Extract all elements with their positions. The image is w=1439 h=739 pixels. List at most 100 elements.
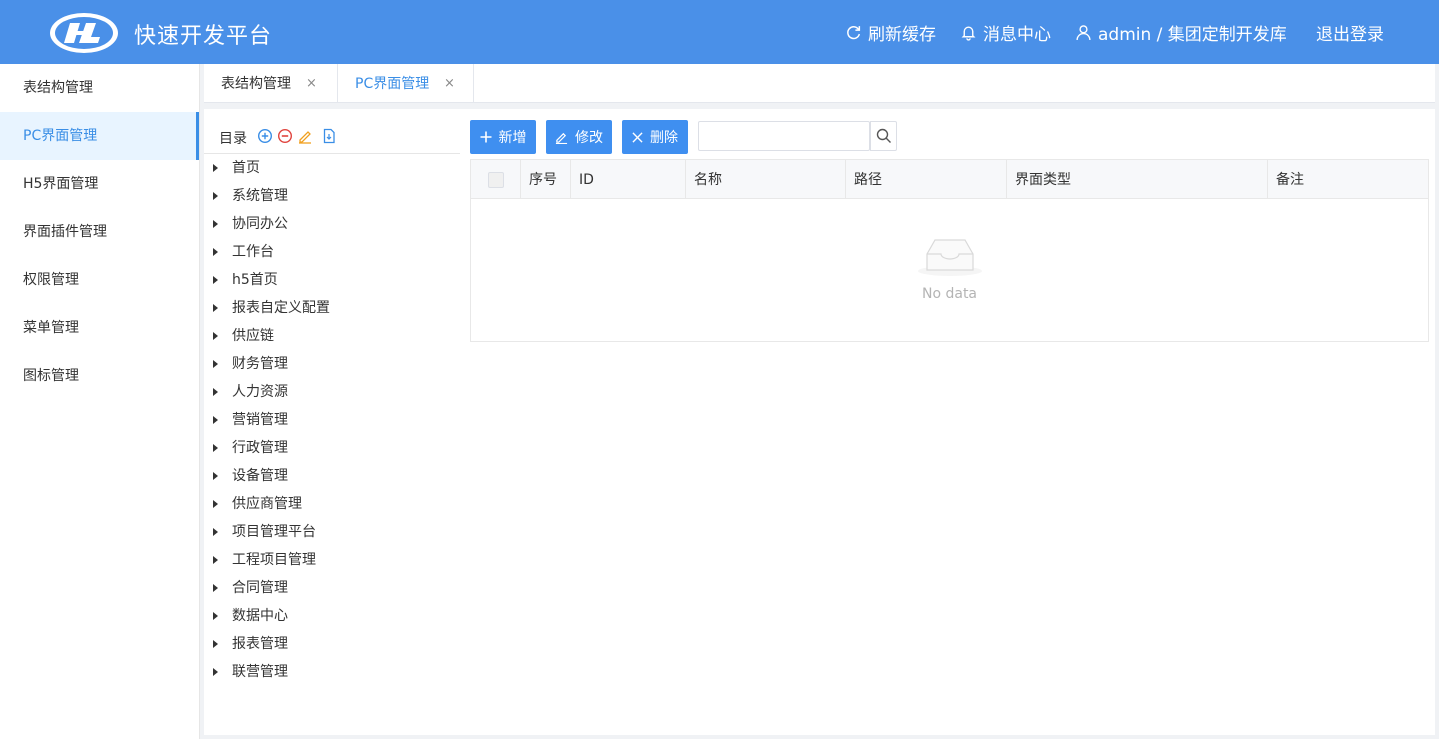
tree-node[interactable]: 数据中心 <box>204 602 460 630</box>
tree-node[interactable]: 行政管理 <box>204 434 460 462</box>
app-title: 快速开发平台 <box>134 24 273 49</box>
tree-node-label: 人力资源 <box>232 384 288 400</box>
tree-node[interactable]: h5首页 <box>204 266 460 294</box>
caret-right-icon[interactable] <box>213 220 218 228</box>
tab-bar: 表结构管理 × PC界面管理 × <box>204 64 1435 103</box>
tree-title: 目录 <box>219 131 247 147</box>
tree-node[interactable]: 财务管理 <box>204 350 460 378</box>
search-input[interactable] <box>698 121 870 151</box>
caret-right-icon[interactable] <box>213 388 218 396</box>
tree-node[interactable]: 供应链 <box>204 322 460 350</box>
sidebar-item-menus[interactable]: 菜单管理 <box>0 304 199 352</box>
tree-header: 目录 <box>204 119 460 154</box>
column-header[interactable]: 名称 <box>686 160 846 199</box>
caret-right-icon[interactable] <box>213 528 218 536</box>
sidebar-item-h5-ui[interactable]: H5界面管理 <box>0 160 199 208</box>
sidebar-item-label: 权限管理 <box>23 272 79 288</box>
sidebar-item-pc-ui[interactable]: PC界面管理 <box>0 112 199 160</box>
delete-button-label: 删除 <box>650 130 678 146</box>
tree-node-label: 供应商管理 <box>232 496 302 512</box>
caret-right-icon[interactable] <box>213 248 218 256</box>
caret-right-icon[interactable] <box>213 612 218 620</box>
tree-node-label: 系统管理 <box>232 188 288 204</box>
caret-right-icon[interactable] <box>213 472 218 480</box>
message-center-button[interactable]: 消息中心 <box>960 20 1051 45</box>
tree-node[interactable]: 系统管理 <box>204 182 460 210</box>
tree-node[interactable]: 供应商管理 <box>204 490 460 518</box>
tree-node[interactable]: 报表自定义配置 <box>204 294 460 322</box>
tree-node[interactable]: 营销管理 <box>204 406 460 434</box>
export-file-icon[interactable] <box>321 128 337 144</box>
tree-node[interactable]: 设备管理 <box>204 462 460 490</box>
edit-button-label: 修改 <box>575 130 603 146</box>
tree-node[interactable]: 工程项目管理 <box>204 546 460 574</box>
caret-right-icon[interactable] <box>213 304 218 312</box>
add-button[interactable]: 新增 <box>470 120 536 154</box>
logout-label: 退出登录 <box>1316 25 1384 45</box>
tree-node[interactable]: 人力资源 <box>204 378 460 406</box>
tree-node[interactable]: 首页 <box>204 154 460 182</box>
caret-right-icon[interactable] <box>213 192 218 200</box>
data-table: 序号 ID 名称 路径 界面类型 备注 No data <box>470 159 1429 342</box>
tree-node[interactable]: 项目管理平台 <box>204 518 460 546</box>
column-header[interactable]: 界面类型 <box>1007 160 1268 199</box>
search-button[interactable] <box>870 121 897 151</box>
caret-right-icon[interactable] <box>213 640 218 648</box>
tree-node-list: 首页 系统管理 协同办公 工作台 h5首页 报表自定义配置 供应链 财务管理 人… <box>204 154 460 686</box>
main-content: 目录 首页 系统管理 协同办公 工作台 h5首页 报表自定义配置 供应链 财务管… <box>204 109 1435 735</box>
tree-node[interactable]: 联营管理 <box>204 658 460 686</box>
tab-pc-ui[interactable]: PC界面管理 × <box>338 64 474 103</box>
column-header[interactable]: 备注 <box>1268 160 1428 199</box>
sidebar-item-table-structure[interactable]: 表结构管理 <box>0 64 199 112</box>
company-logo <box>50 13 118 53</box>
tree-node[interactable]: 协同办公 <box>204 210 460 238</box>
user-menu[interactable]: admin / 集团定制开发库 <box>1075 20 1287 45</box>
caret-right-icon[interactable] <box>213 556 218 564</box>
edit-button[interactable]: 修改 <box>546 120 612 154</box>
edit-pencil-icon[interactable] <box>297 128 313 144</box>
add-circle-icon[interactable] <box>257 128 273 144</box>
delete-button[interactable]: 删除 <box>622 120 688 154</box>
close-icon <box>632 131 643 143</box>
search-icon <box>876 128 891 143</box>
tree-node-label: 营销管理 <box>232 412 288 428</box>
close-icon[interactable]: × <box>444 64 455 104</box>
user-icon <box>1076 25 1091 41</box>
sidebar-item-icons[interactable]: 图标管理 <box>0 352 199 400</box>
column-header[interactable]: ID <box>571 160 686 199</box>
tree-node-label: 工程项目管理 <box>232 552 316 568</box>
caret-right-icon[interactable] <box>213 360 218 368</box>
tree-node[interactable]: 合同管理 <box>204 574 460 602</box>
caret-right-icon[interactable] <box>213 332 218 340</box>
caret-right-icon[interactable] <box>213 164 218 172</box>
column-header[interactable]: 路径 <box>846 160 1007 199</box>
caret-right-icon[interactable] <box>213 276 218 284</box>
empty-state-text: No data <box>921 286 978 302</box>
tree-node-label: 行政管理 <box>232 440 288 456</box>
column-header[interactable]: 序号 <box>521 160 571 199</box>
caret-right-icon[interactable] <box>213 500 218 508</box>
table-header: 序号 ID 名称 路径 界面类型 备注 <box>471 160 1428 199</box>
caret-right-icon[interactable] <box>213 444 218 452</box>
close-icon[interactable]: × <box>306 64 317 104</box>
tree-node[interactable]: 工作台 <box>204 238 460 266</box>
logout-button[interactable]: 退出登录 <box>1316 20 1384 45</box>
caret-right-icon[interactable] <box>213 584 218 592</box>
sidebar-item-permissions[interactable]: 权限管理 <box>0 256 199 304</box>
sidebar-item-label: PC界面管理 <box>23 128 98 144</box>
message-center-label: 消息中心 <box>983 25 1051 45</box>
sidebar-item-ui-plugins[interactable]: 界面插件管理 <box>0 208 199 256</box>
plus-icon <box>480 131 491 143</box>
tree-node[interactable]: 报表管理 <box>204 630 460 658</box>
select-all-checkbox[interactable] <box>488 172 504 188</box>
caret-right-icon[interactable] <box>213 668 218 676</box>
caret-right-icon[interactable] <box>213 416 218 424</box>
edit-icon <box>555 132 568 144</box>
sidebar-item-label: 界面插件管理 <box>23 224 107 240</box>
remove-circle-icon[interactable] <box>277 128 293 144</box>
tab-table-structure[interactable]: 表结构管理 × <box>204 64 338 103</box>
refresh-cache-button[interactable]: 刷新缓存 <box>845 20 936 45</box>
sidebar-item-label: 表结构管理 <box>23 80 93 96</box>
tree-node-label: 协同办公 <box>232 216 288 232</box>
tree-node-label: 财务管理 <box>232 356 288 372</box>
